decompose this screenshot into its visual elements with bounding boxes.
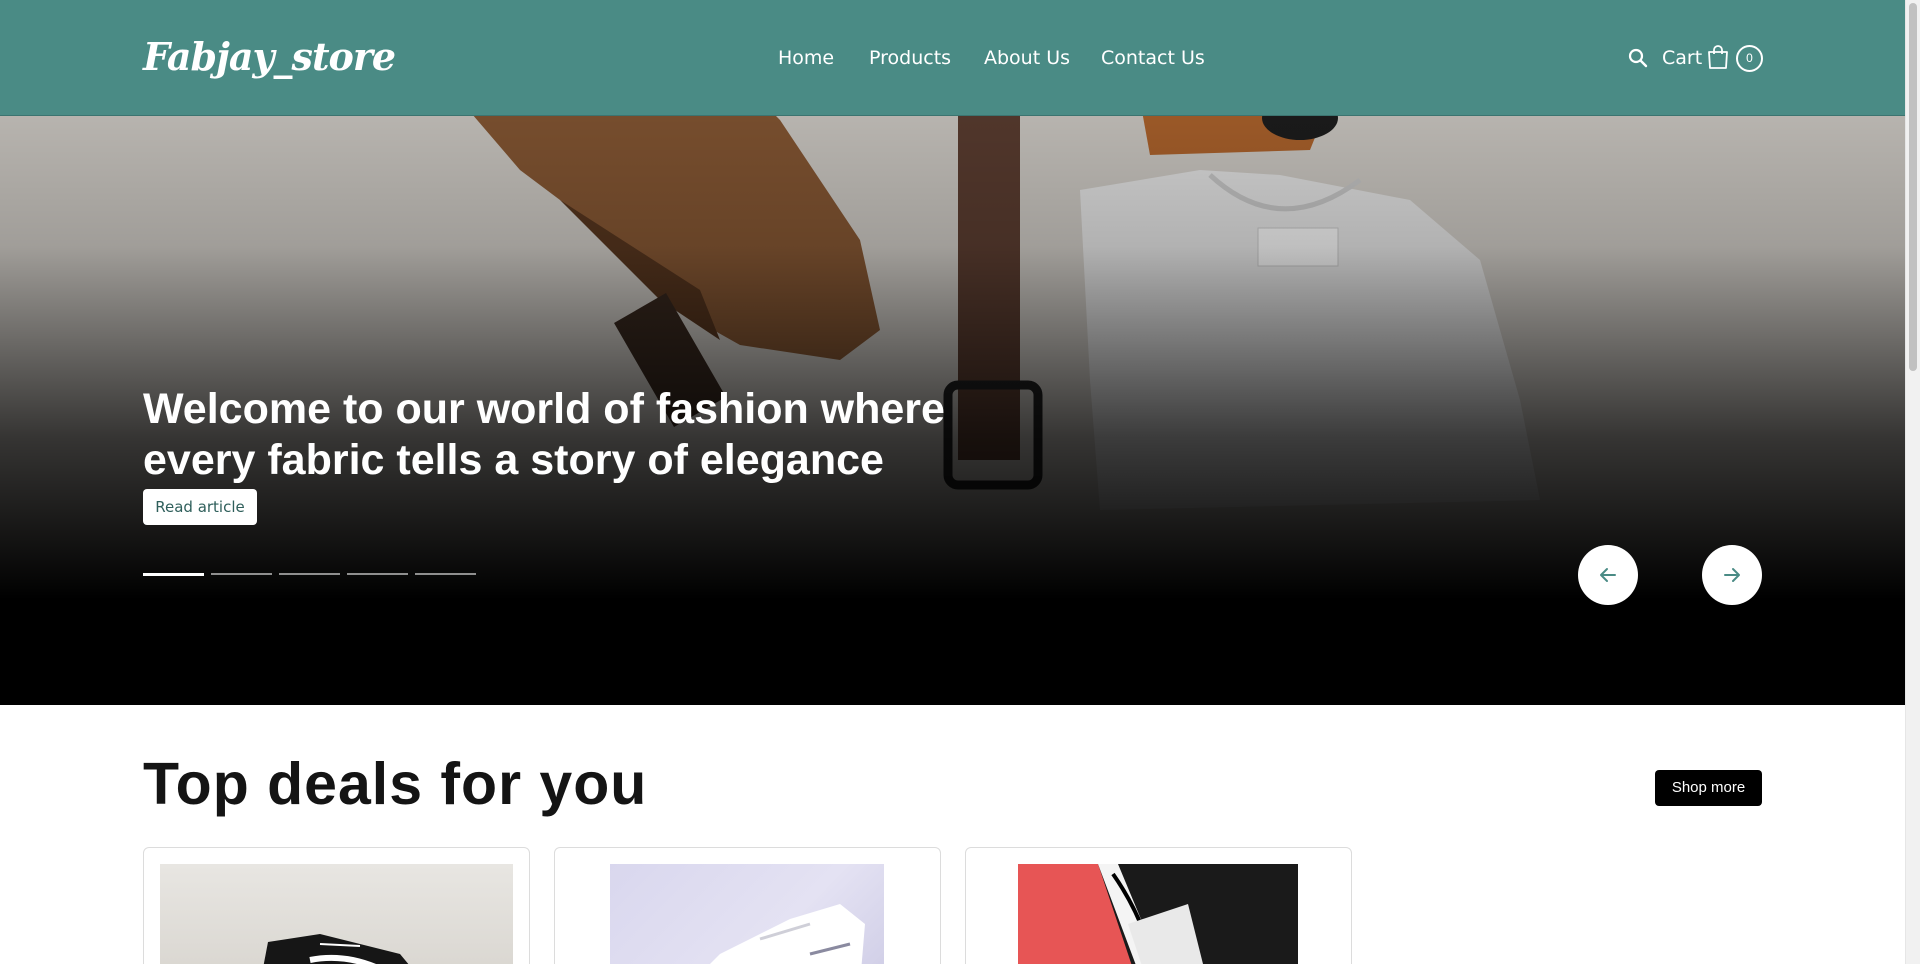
search-icon[interactable] bbox=[1627, 47, 1649, 69]
product-image bbox=[1018, 864, 1298, 964]
page: Welcome to our world of fashion where ev… bbox=[0, 0, 1905, 964]
site-header: Fabjay_store Home Products About Us Cont… bbox=[0, 0, 1905, 116]
cart-count-badge: 0 bbox=[1736, 45, 1763, 72]
white-sneaker-image bbox=[710, 904, 865, 964]
scrollbar-thumb[interactable] bbox=[1909, 3, 1917, 371]
nav-contact-us[interactable]: Contact Us bbox=[1101, 47, 1205, 69]
read-article-button[interactable]: Read article bbox=[143, 489, 257, 525]
product-image bbox=[160, 864, 513, 964]
slide-indicator-4[interactable] bbox=[347, 573, 408, 575]
nav-home[interactable]: Home bbox=[778, 47, 834, 69]
product-card[interactable] bbox=[965, 847, 1352, 964]
product-card[interactable] bbox=[554, 847, 941, 964]
slide-indicator-3[interactable] bbox=[279, 573, 340, 575]
next-slide-button[interactable] bbox=[1702, 545, 1762, 605]
shopping-bag-icon[interactable] bbox=[1706, 44, 1730, 70]
shop-more-button[interactable]: Shop more bbox=[1655, 770, 1762, 806]
product-image bbox=[610, 864, 884, 964]
slide-indicator-2[interactable] bbox=[211, 573, 272, 575]
nav-about-us[interactable]: About Us bbox=[984, 47, 1070, 69]
section-title: Top deals for you bbox=[143, 751, 648, 817]
arrow-right-icon bbox=[1724, 568, 1740, 582]
main-nav: Home Products About Us Contact Us bbox=[0, 47, 1905, 71]
hero-title: Welcome to our world of fashion where ev… bbox=[143, 385, 945, 484]
previous-slide-button[interactable] bbox=[1578, 545, 1638, 605]
nav-products[interactable]: Products bbox=[869, 47, 951, 69]
cart-link[interactable]: Cart bbox=[1662, 47, 1702, 69]
page-scrollbar[interactable] bbox=[1905, 0, 1920, 964]
red-sneaker-image bbox=[1018, 864, 1298, 964]
slide-indicator-1[interactable] bbox=[143, 573, 204, 576]
slide-indicator-5[interactable] bbox=[415, 573, 476, 575]
black-sneakers-image bbox=[263, 934, 409, 964]
arrow-left-icon bbox=[1600, 568, 1616, 582]
slide-indicators bbox=[143, 573, 483, 577]
product-card[interactable] bbox=[143, 847, 530, 964]
